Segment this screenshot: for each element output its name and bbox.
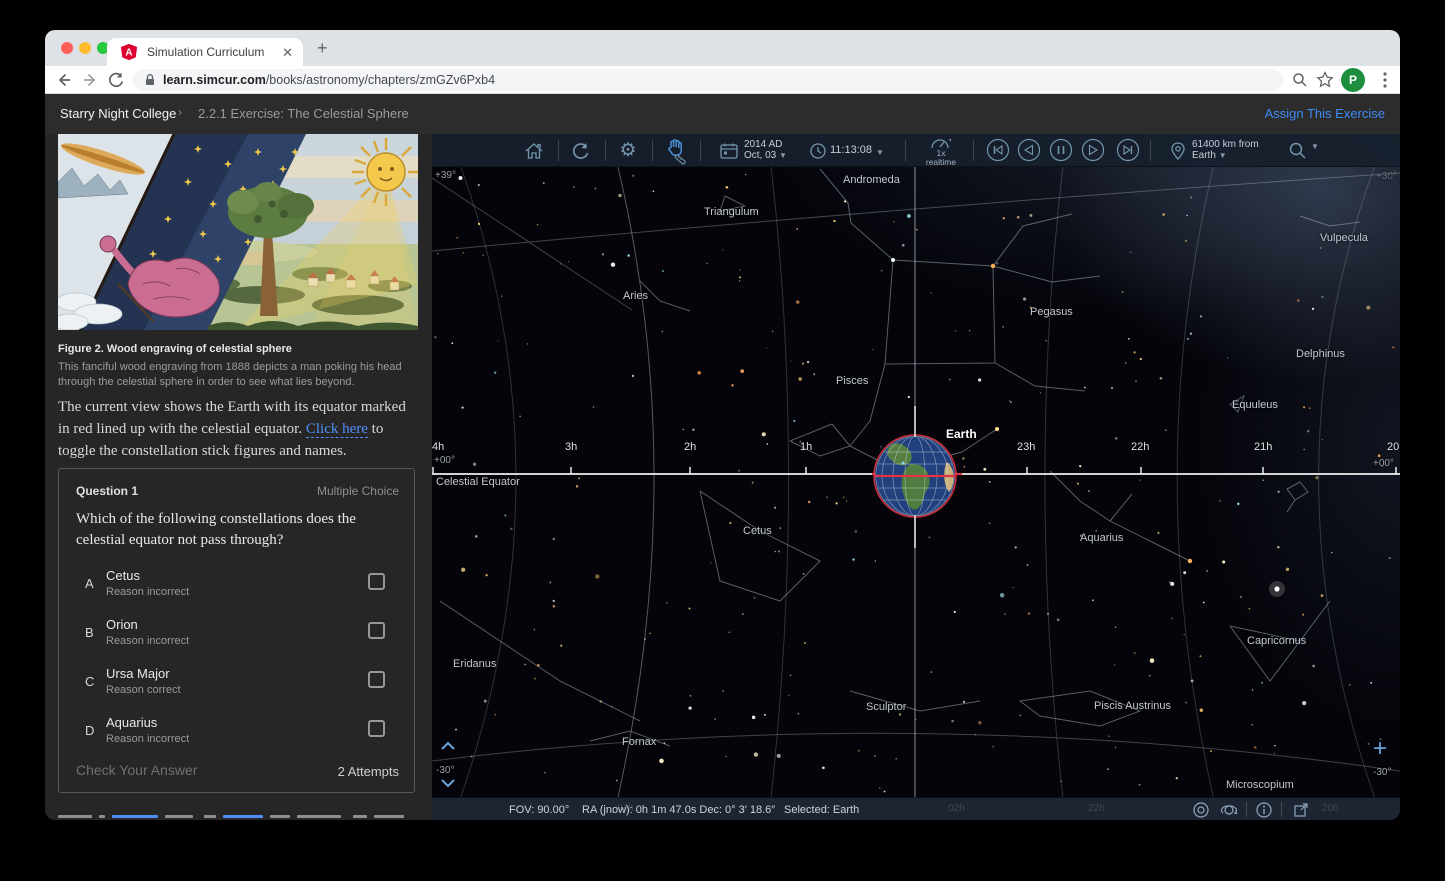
browser-navbar: learn.simcur.com/books/astronomy/chapter… bbox=[45, 66, 1400, 94]
clipped-text-line bbox=[58, 815, 416, 819]
lock-icon bbox=[143, 73, 157, 87]
assign-exercise-link[interactable]: Assign This Exercise bbox=[1265, 106, 1385, 121]
zoom-in-button[interactable]: + bbox=[1373, 735, 1387, 763]
search-tabs-icon[interactable] bbox=[1290, 70, 1310, 90]
question-label: Question 1 bbox=[76, 484, 138, 498]
fov-readout: FOV: 90.00° bbox=[509, 804, 569, 816]
planetarium-toolbar: ⚙ 2014 AD Oct, bbox=[432, 134, 1400, 167]
figure-caption-title: Figure 2. Wood engraving of celestial sp… bbox=[58, 343, 292, 355]
skip-to-end-button[interactable] bbox=[1116, 138, 1140, 162]
app-header: Starry Night College › 2.2.1 Exercise: T… bbox=[45, 94, 1400, 134]
sky-view[interactable]: 4h 3h 2h 1h 23h 22h 21h 20h +39° +30° +0… bbox=[432, 134, 1400, 820]
engraving-sun bbox=[352, 138, 418, 206]
settings-gear-icon[interactable]: ⚙ bbox=[617, 140, 639, 162]
center-target-button[interactable] bbox=[1192, 801, 1210, 819]
info-button[interactable] bbox=[1255, 801, 1273, 819]
option-letter: C bbox=[85, 674, 94, 689]
location-pin-icon[interactable] bbox=[1167, 140, 1189, 162]
search-icon[interactable] bbox=[1287, 140, 1309, 162]
breadcrumb-root[interactable]: Starry Night College bbox=[60, 106, 176, 121]
clock-icon[interactable] bbox=[807, 140, 829, 162]
option-title: Ursa Major bbox=[106, 666, 170, 681]
new-tab-button[interactable]: + bbox=[317, 38, 328, 59]
calendar-icon[interactable] bbox=[718, 140, 740, 162]
selected-object-readout: Selected: Earth bbox=[784, 804, 859, 816]
close-window-button[interactable] bbox=[61, 42, 73, 54]
question-text: Which of the following constellations do… bbox=[76, 509, 401, 551]
figure-engraving-image bbox=[58, 134, 418, 330]
check-answer-button[interactable]: Check Your Answer bbox=[76, 762, 197, 778]
question-card: Question 1 Multiple Choice Which of the … bbox=[58, 468, 415, 793]
minimize-window-button[interactable] bbox=[79, 42, 91, 54]
attempts-count: 2 Attempts bbox=[338, 764, 399, 779]
lesson-panel: Figure 2. Wood engraving of celestial sp… bbox=[45, 134, 432, 820]
pan-down-chevron[interactable] bbox=[440, 778, 456, 788]
ra-dec-readout: RA (jnow): 0h 1m 47.0s Dec: 0° 3′ 18.6″ bbox=[582, 804, 775, 816]
hand-pan-tool[interactable] bbox=[663, 137, 689, 165]
option-title: Cetus bbox=[106, 568, 140, 583]
option-reason: Reason correct bbox=[106, 684, 181, 696]
breadcrumb-page: 2.2.1 Exercise: The Celestial Sphere bbox=[198, 106, 409, 121]
time-display[interactable]: 11:13:08 bbox=[830, 145, 872, 156]
breadcrumb-separator: › bbox=[178, 105, 182, 119]
option-reason: Reason incorrect bbox=[106, 733, 189, 745]
url-text: learn.simcur.com/books/astronomy/chapter… bbox=[163, 73, 495, 87]
lesson-paragraph: The current view shows the Earth with it… bbox=[58, 397, 418, 462]
toggle-constellations-link[interactable]: Click here bbox=[306, 421, 368, 438]
option-checkbox[interactable] bbox=[368, 622, 385, 639]
earth-globe bbox=[874, 406, 956, 548]
option-row-a[interactable]: A Cetus Reason incorrect bbox=[59, 566, 414, 608]
tab-strip: A Simulation Curriculum ✕ + bbox=[45, 30, 1400, 66]
pause-button[interactable] bbox=[1049, 138, 1073, 162]
forward-button[interactable] bbox=[80, 70, 100, 90]
tab-title: Simulation Curriculum bbox=[147, 45, 264, 59]
option-checkbox[interactable] bbox=[368, 671, 385, 688]
question-type: Multiple Choice bbox=[317, 484, 399, 498]
viewing-location-dropdown[interactable]: 61400 km from Earth ▼ bbox=[1192, 139, 1259, 161]
option-letter: D bbox=[85, 723, 94, 738]
search-dropdown-caret[interactable]: ▼ bbox=[1311, 141, 1319, 152]
figure-caption-body: This fanciful wood engraving from 1888 d… bbox=[58, 360, 413, 391]
planetarium-status-bar: 04h 02h 22h 20h FOV: 90.00° RA (jnow): 0… bbox=[432, 797, 1400, 820]
option-letter: B bbox=[85, 625, 94, 640]
bookmark-star-icon[interactable] bbox=[1315, 70, 1335, 90]
orbit-button[interactable] bbox=[1220, 801, 1238, 819]
tab-favicon: A bbox=[120, 43, 138, 61]
option-title: Orion bbox=[106, 617, 138, 632]
option-row-c[interactable]: C Ursa Major Reason correct bbox=[59, 664, 414, 706]
content-area: Figure 2. Wood engraving of celestial sp… bbox=[45, 134, 1400, 820]
svg-text:A: A bbox=[125, 48, 132, 59]
sky-art bbox=[432, 134, 1400, 820]
option-row-b[interactable]: B Orion Reason incorrect bbox=[59, 615, 414, 657]
ghost-hour-label: 22h bbox=[1088, 803, 1105, 814]
play-button[interactable] bbox=[1081, 138, 1105, 162]
option-title: Aquarius bbox=[106, 715, 157, 730]
tab-close-icon[interactable]: ✕ bbox=[282, 45, 293, 61]
home-button[interactable] bbox=[523, 140, 545, 162]
option-row-d[interactable]: D Aquarius Reason incorrect bbox=[59, 713, 414, 755]
open-external-button[interactable] bbox=[1292, 801, 1310, 819]
earth-label: Earth bbox=[946, 427, 977, 441]
option-reason: Reason incorrect bbox=[106, 635, 189, 647]
profile-avatar[interactable]: P bbox=[1341, 68, 1365, 92]
time-rate-label[interactable]: 1xrealtime bbox=[925, 149, 957, 166]
time-dropdown-caret[interactable]: ▼ bbox=[876, 147, 884, 158]
step-back-button[interactable] bbox=[1017, 138, 1041, 162]
date-dropdown[interactable]: 2014 AD Oct, 03 ▼ bbox=[744, 139, 787, 161]
option-reason: Reason incorrect bbox=[106, 586, 189, 598]
address-bar[interactable]: learn.simcur.com/books/astronomy/chapter… bbox=[133, 69, 1283, 91]
browser-menu-icon[interactable] bbox=[1375, 70, 1395, 90]
refresh-button[interactable] bbox=[570, 140, 592, 162]
option-checkbox[interactable] bbox=[368, 573, 385, 590]
option-checkbox[interactable] bbox=[368, 720, 385, 737]
browser-window: A Simulation Curriculum ✕ + learn.simcur… bbox=[45, 30, 1400, 820]
option-letter: A bbox=[85, 576, 94, 591]
ghost-hour-label: 02h bbox=[948, 803, 965, 814]
back-button[interactable] bbox=[54, 70, 74, 90]
reload-button[interactable] bbox=[106, 70, 126, 90]
ghost-hour-label: 20h bbox=[1322, 803, 1339, 814]
browser-tab[interactable]: A Simulation Curriculum ✕ bbox=[107, 38, 303, 66]
pan-up-chevron[interactable] bbox=[440, 741, 456, 751]
skip-to-start-button[interactable] bbox=[986, 138, 1010, 162]
